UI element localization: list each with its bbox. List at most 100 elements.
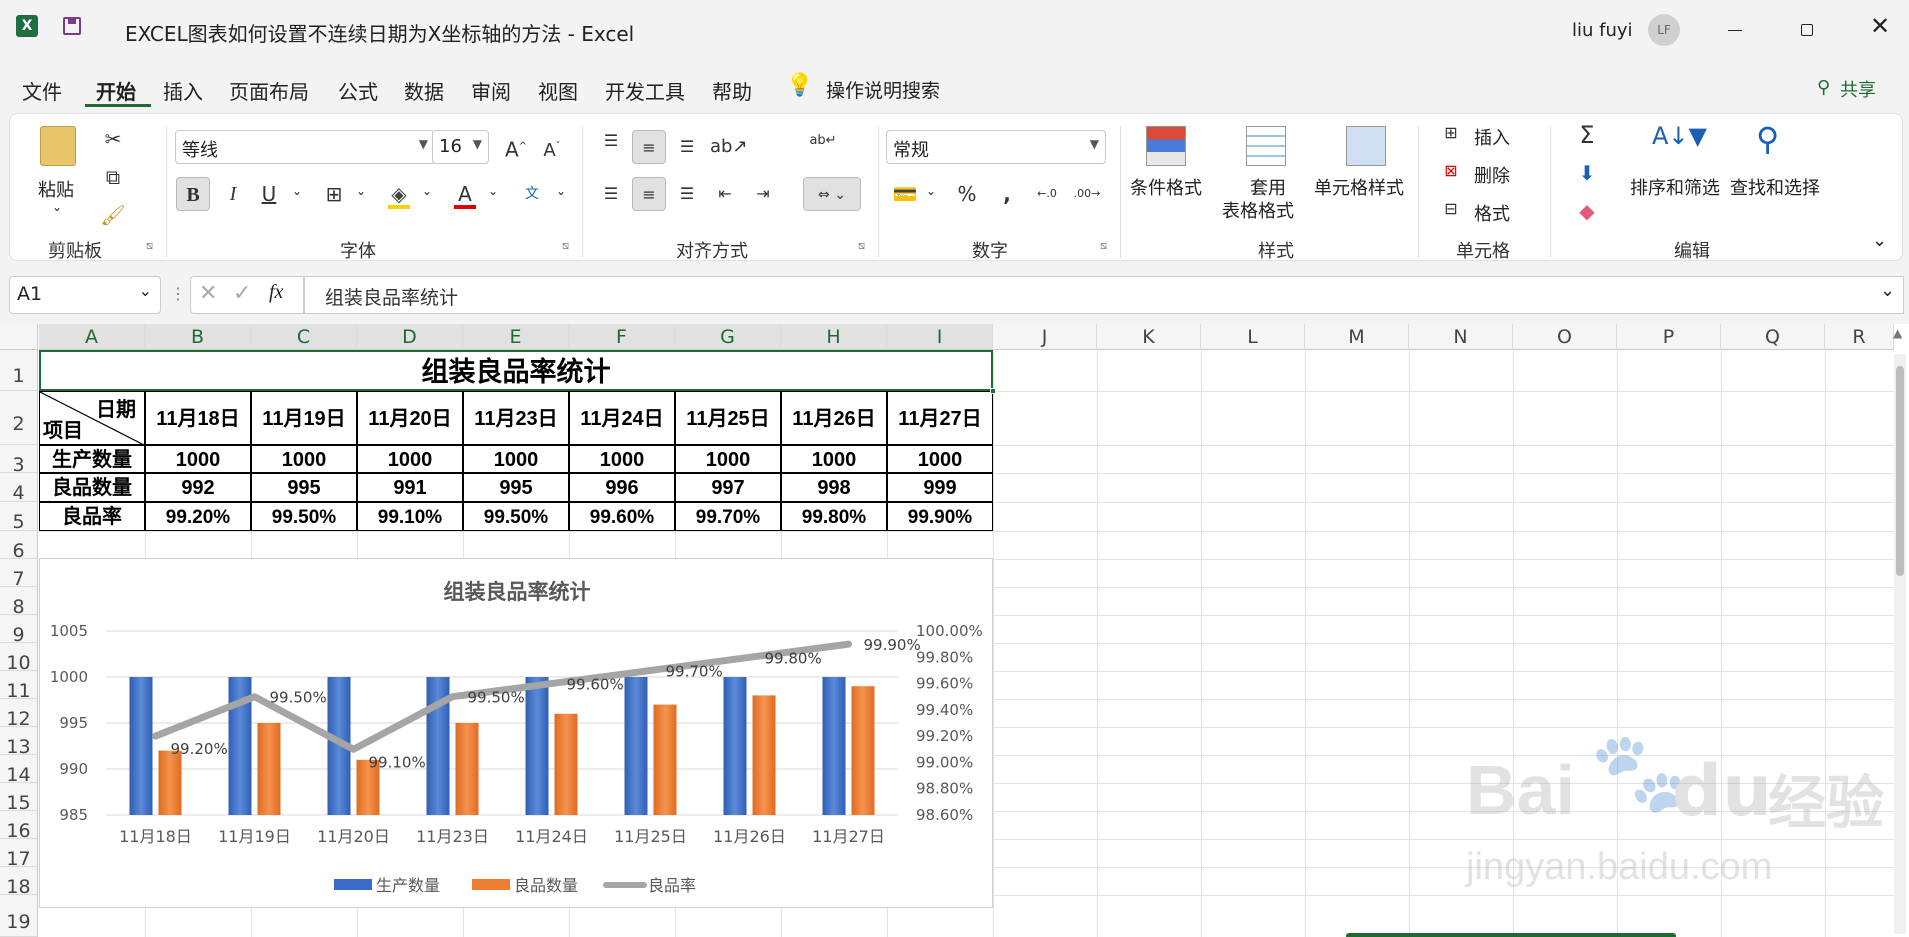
column-header[interactable]: A [39,324,145,350]
bar-good[interactable] [455,723,479,815]
share-button[interactable]: 共享 [1840,76,1876,102]
row-header[interactable]: 8 [0,587,38,618]
vertical-scrollbar[interactable] [1894,354,1906,934]
bar-production[interactable] [129,677,153,815]
align-middle-icon[interactable]: ≡ [632,130,666,164]
date-header-cell[interactable]: 11月25日 [675,391,781,445]
date-header-cell[interactable]: 11月24日 [569,391,675,445]
currency-dropdown-icon[interactable]: ⌄ [926,184,936,198]
scroll-up-icon[interactable]: ▲ [1893,326,1902,340]
tab-help[interactable]: 帮助 [712,76,752,105]
wrap-text-icon[interactable]: ab↵ [806,124,840,158]
save-icon[interactable] [63,17,81,35]
data-cell[interactable]: 1000 [569,445,675,473]
format-cells-icon[interactable]: ⊟ [1434,192,1468,226]
data-cell[interactable]: 99.90% [887,502,993,531]
underline-button[interactable]: U [252,177,286,211]
name-box[interactable]: A1 ⌄ [9,276,161,314]
font-color-dropdown-icon[interactable]: ⌄ [488,184,498,198]
row-header[interactable]: 3 [0,445,38,476]
expand-formula-icon[interactable]: ⌄ [1880,280,1895,301]
share-icon[interactable]: ⚲ [1817,77,1830,98]
bar-good[interactable] [851,686,875,815]
tab-data[interactable]: 数据 [404,76,444,105]
font-color-icon[interactable]: A [448,177,482,211]
diagonal-header-cell[interactable]: 日期 项目 [39,391,145,445]
column-header[interactable]: D [357,324,463,350]
row-header[interactable]: 19 [0,895,38,937]
borders-icon[interactable]: ⊞ [317,177,351,211]
phonetic-dropdown-icon[interactable]: ⌄ [556,184,566,198]
data-cell[interactable]: 99.50% [251,502,357,531]
merge-center-icon[interactable]: ⇔ ⌄ [803,177,861,211]
number-format-select[interactable]: 常规 ▼ [886,130,1106,164]
font-launcher-icon[interactable]: ⧅ [562,239,569,253]
date-header-cell[interactable]: 11月19日 [251,391,357,445]
sort-filter-icon[interactable]: A↓▼ [1652,122,1707,150]
row-header[interactable]: 11 [0,671,38,702]
date-header-cell[interactable]: 11月27日 [887,391,993,445]
format-cells-button[interactable]: 格式 [1474,200,1510,226]
align-left-icon[interactable]: ☰ [594,177,628,211]
cancel-icon[interactable]: ✕ [199,281,217,306]
bar-production[interactable] [624,677,648,815]
data-cell[interactable]: 997 [675,473,781,502]
currency-icon[interactable]: 💳 [888,177,922,211]
row-label-cell[interactable]: 良品率 [39,502,145,531]
lightbulb-icon[interactable]: 💡 [786,73,813,98]
bar-good[interactable] [554,713,578,815]
fill-icon[interactable]: ⬇ [1570,156,1604,190]
row-header[interactable]: 10 [0,643,38,674]
avatar[interactable]: LF [1648,14,1680,46]
data-cell[interactable]: 1000 [251,445,357,473]
data-cell[interactable]: 99.10% [357,502,463,531]
close-icon[interactable]: ✕ [1870,12,1890,40]
increase-font-icon[interactable]: A^ [499,130,533,164]
chart[interactable]: 组装良品率统计 985 990 995 1000 1005 98.60% 98.80% 99.0… [39,558,993,908]
insert-function-icon[interactable]: fx [269,281,283,304]
decrease-decimal-icon[interactable]: .00→ [1070,177,1104,211]
comma-icon[interactable]: , [990,177,1024,211]
align-center-icon[interactable]: ≡ [632,177,666,211]
format-painter-icon[interactable]: 🖌 [96,198,130,232]
number-launcher-icon[interactable]: ⧅ [1100,239,1107,253]
column-header[interactable]: Q [1721,324,1825,350]
format-as-table-line2[interactable]: 表格格式 [1222,197,1294,223]
data-cell[interactable]: 99.60% [569,502,675,531]
data-cell[interactable]: 999 [887,473,993,502]
clipboard-launcher-icon[interactable]: ⧅ [146,239,153,253]
orientation-icon[interactable]: ab↗ [710,130,748,164]
decrease-font-icon[interactable]: Aˇ [535,130,569,164]
row-header[interactable]: 1 [0,350,38,391]
column-header[interactable]: J [993,324,1097,350]
borders-dropdown-icon[interactable]: ⌄ [356,184,366,198]
column-header[interactable]: I [887,324,993,350]
tab-home[interactable]: 开始 [96,76,136,105]
italic-button[interactable]: I [216,177,250,211]
row-header[interactable]: 6 [0,531,38,562]
row-header[interactable]: 7 [0,559,38,590]
tab-formulas[interactable]: 公式 [338,76,378,105]
conditional-format-button[interactable]: 条件格式 [1130,174,1202,200]
tab-insert[interactable]: 插入 [163,76,203,105]
data-cell[interactable]: 1000 [781,445,887,473]
sort-filter-button[interactable]: 排序和筛选 [1630,174,1720,200]
tab-view[interactable]: 视图 [538,76,578,105]
row-header[interactable]: 13 [0,727,38,758]
date-header-cell[interactable]: 11月20日 [357,391,463,445]
bar-good[interactable] [653,704,677,815]
date-header-cell[interactable]: 11月23日 [463,391,569,445]
enter-icon[interactable]: ✓ [233,281,251,306]
bar-production[interactable] [723,677,747,815]
copy-icon[interactable]: ⧉ [96,160,130,194]
column-header[interactable]: R [1825,324,1894,350]
data-cell[interactable]: 99.50% [463,502,569,531]
row-header[interactable]: 12 [0,699,38,730]
font-name-select[interactable]: 等线 ▼ [175,130,435,164]
align-right-icon[interactable]: ☰ [670,177,704,211]
column-header[interactable]: P [1617,324,1721,350]
data-cell[interactable]: 1000 [675,445,781,473]
collapse-ribbon-icon[interactable]: ⌄ [1872,230,1887,251]
row-header[interactable]: 18 [0,867,38,898]
tell-me-search[interactable]: 操作说明搜索 [826,76,940,103]
